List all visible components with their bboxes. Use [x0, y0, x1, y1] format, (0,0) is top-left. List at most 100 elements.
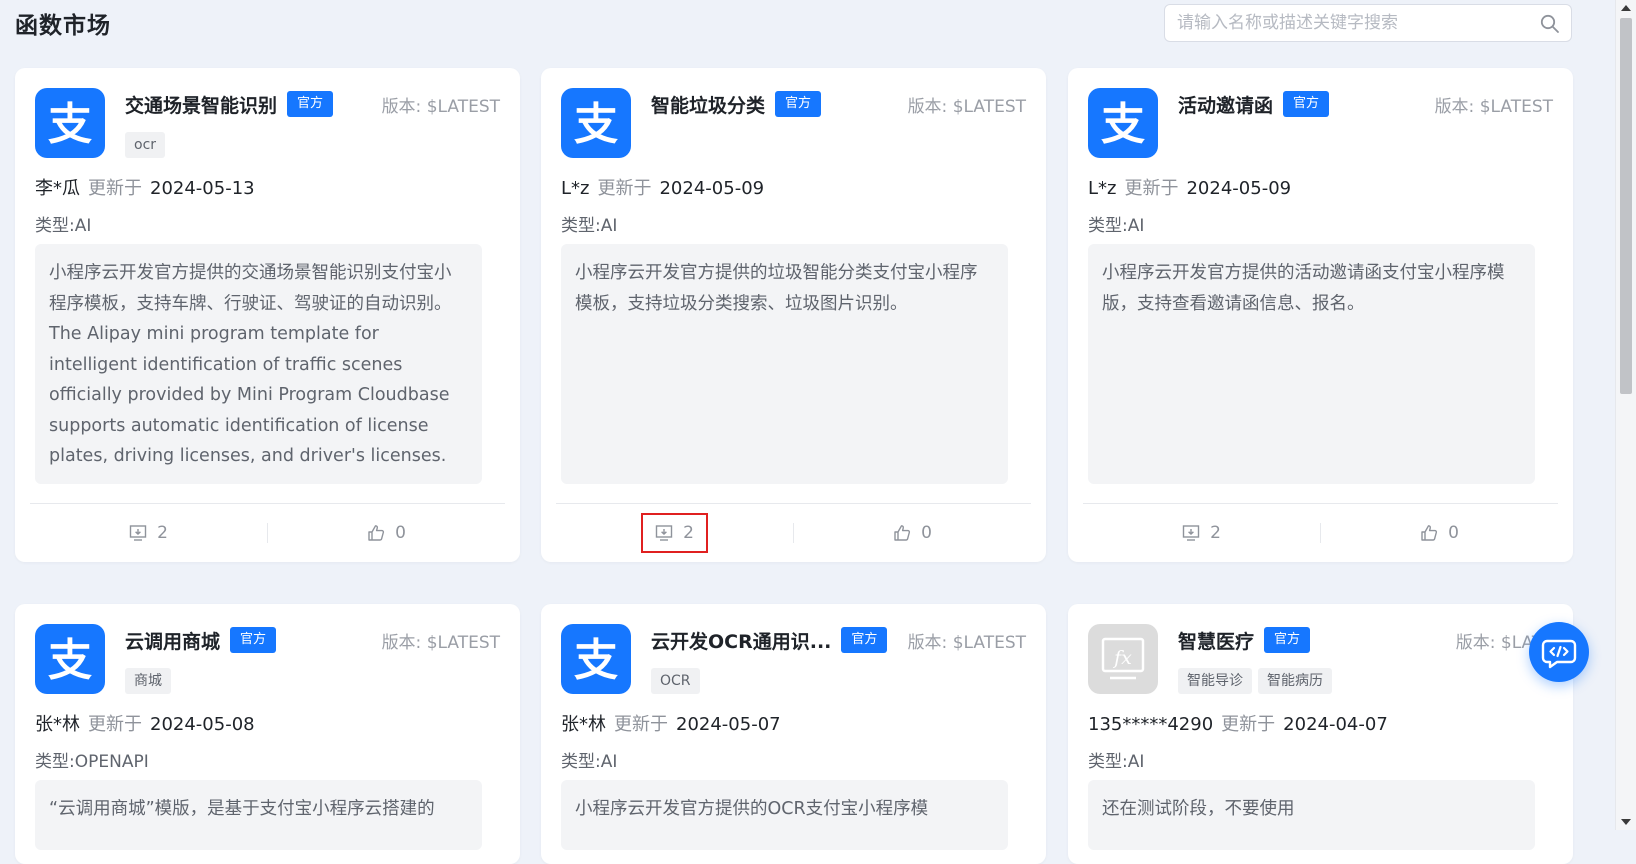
- author-name: L*z: [1088, 178, 1117, 199]
- thumbs-up-icon: [894, 525, 911, 541]
- update-date: 2024-05-13: [150, 178, 255, 199]
- tag: 商城: [125, 668, 171, 694]
- type-value: AI: [600, 752, 618, 772]
- scroll-thumb[interactable]: [1620, 18, 1632, 394]
- type-row: 类型:OPENAPI: [35, 752, 149, 772]
- card-description: 还在测试阶段，不要使用: [1088, 780, 1535, 850]
- author-name: 张*林: [35, 714, 80, 735]
- author-name: 张*林: [561, 714, 606, 735]
- version-label: 版本: $LATEST: [1434, 96, 1553, 117]
- tag: ocr: [125, 132, 166, 158]
- update-date: 2024-04-07: [1283, 714, 1388, 735]
- official-badge: 官方: [287, 91, 334, 117]
- update-date: 2024-05-09: [1186, 178, 1292, 199]
- author-name: L*z: [561, 178, 590, 199]
- download-icon: [129, 525, 147, 541]
- update-date: 2024-05-09: [659, 178, 765, 199]
- tag: 智能病历: [1258, 668, 1332, 694]
- function-card[interactable]: 支 云调用商城 官方 版本: $LATEST 商城 张*林 更新于 2024-05-…: [15, 604, 520, 864]
- card-title[interactable]: 交通场景智能识别: [125, 91, 277, 118]
- author-name: 李*瓜: [35, 178, 80, 199]
- author-row: L*z 更新于 2024-05-09: [1088, 178, 1292, 199]
- search-input[interactable]: [1177, 5, 1532, 41]
- type-row: 类型:AI: [561, 216, 618, 236]
- version-label: 版本: $LATEST: [907, 632, 1026, 653]
- official-badge: 官方: [230, 627, 277, 653]
- function-card[interactable]: fx 智慧医疗 官方 版本: $LATE 智能导诊 智能病历 135*****4…: [1068, 604, 1573, 864]
- author-row: 张*林 更新于 2024-05-08: [35, 714, 255, 735]
- author-row: 135*****4290 更新于 2024-04-07: [1088, 714, 1388, 735]
- type-value: AI: [600, 216, 618, 236]
- alipay-icon: 支: [1088, 88, 1158, 158]
- card-title[interactable]: 智能垃圾分类: [651, 91, 765, 118]
- search-icon[interactable]: [1540, 14, 1560, 34]
- alipay-icon: 支: [35, 88, 105, 158]
- page-title: 函数市场: [15, 13, 111, 39]
- function-card[interactable]: 支 交通场景智能识别 官方 版本: $LATEST ocr 李*瓜 更新于 2024…: [15, 68, 520, 562]
- author-name: 135*****4290: [1088, 714, 1214, 735]
- card-description: 小程序云开发官方提供的交通场景智能识别支付宝小程序模板，支持车牌、行驶证、驾驶证…: [35, 244, 482, 484]
- version-label: 版本: $LATEST: [381, 632, 500, 653]
- svg-text:支: 支: [1101, 99, 1145, 150]
- svg-text:fx: fx: [1112, 647, 1132, 669]
- author-row: L*z 更新于 2024-05-09: [561, 178, 765, 199]
- svg-text:支: 支: [48, 635, 92, 686]
- svg-text:支: 支: [574, 99, 618, 150]
- thumbs-up-icon: [368, 525, 385, 541]
- version-label: 版本: $LATEST: [381, 96, 500, 117]
- card-footer: 2 0: [30, 503, 505, 562]
- card-footer: 2 0: [556, 503, 1031, 562]
- official-badge: 官方: [1264, 627, 1311, 653]
- type-row: 类型:AI: [1088, 752, 1145, 772]
- search-box[interactable]: [1164, 4, 1572, 42]
- download-icon: [1182, 525, 1200, 541]
- function-card[interactable]: 支 活动邀请函 官方 版本: $LATEST L*z 更新于 2024-05-09 …: [1068, 68, 1573, 562]
- like-count[interactable]: 0: [357, 517, 416, 549]
- download-icon: [655, 525, 673, 541]
- official-badge: 官方: [841, 627, 888, 653]
- svg-text:支: 支: [48, 99, 92, 150]
- svg-text:支: 支: [574, 635, 618, 686]
- alipay-icon: 支: [561, 624, 631, 694]
- version-label: 版本: $LATEST: [907, 96, 1026, 117]
- official-badge: 官方: [1283, 91, 1330, 117]
- code-assistant-button[interactable]: [1529, 622, 1589, 682]
- type-row: 类型:AI: [1088, 216, 1145, 236]
- download-count[interactable]: 2: [119, 517, 178, 549]
- type-value: AI: [74, 216, 92, 236]
- card-title[interactable]: 云开发OCR通用识...: [651, 627, 831, 654]
- type-row: 类型:AI: [35, 216, 92, 236]
- download-count[interactable]: 2: [641, 513, 708, 553]
- code-chat-icon: [1541, 639, 1577, 669]
- card-description: 小程序云开发官方提供的OCR支付宝小程序模: [561, 780, 1008, 850]
- card-title[interactable]: 活动邀请函: [1178, 91, 1273, 118]
- type-value: AI: [1127, 752, 1145, 772]
- update-date: 2024-05-08: [150, 714, 255, 735]
- function-grid: 支 交通场景智能识别 官方 版本: $LATEST ocr 李*瓜 更新于 2024…: [15, 68, 1575, 864]
- card-description: 小程序云开发官方提供的垃圾智能分类支付宝小程序模板，支持垃圾分类搜索、垃圾图片识…: [561, 244, 1008, 484]
- tag: OCR: [651, 668, 700, 694]
- function-card[interactable]: 支 云开发OCR通用识... 官方 版本: $LATEST OCR 张*林 更新于…: [541, 604, 1046, 864]
- vertical-scrollbar[interactable]: [1615, 0, 1636, 830]
- card-title[interactable]: 云调用商城: [125, 627, 220, 654]
- like-count[interactable]: 0: [1410, 517, 1469, 549]
- download-count[interactable]: 2: [1172, 517, 1231, 549]
- author-row: 张*林 更新于 2024-05-07: [561, 714, 781, 735]
- type-value: OPENAPI: [74, 752, 149, 772]
- update-date: 2024-05-07: [676, 714, 781, 735]
- thumbs-up-icon: [1421, 525, 1438, 541]
- card-footer: 2 0: [1083, 503, 1558, 562]
- card-title[interactable]: 智慧医疗: [1178, 627, 1254, 654]
- alipay-icon: 支: [35, 624, 105, 694]
- card-description: 小程序云开发官方提供的活动邀请函支付宝小程序模版，支持查看邀请函信息、报名。: [1088, 244, 1535, 484]
- function-card[interactable]: 支 智能垃圾分类 官方 版本: $LATEST L*z 更新于 2024-05-09…: [541, 68, 1046, 562]
- type-row: 类型:AI: [561, 752, 618, 772]
- author-row: 李*瓜 更新于 2024-05-13: [35, 178, 255, 199]
- function-icon: fx: [1088, 624, 1158, 694]
- alipay-icon: 支: [561, 88, 631, 158]
- scroll-down-icon[interactable]: [1621, 819, 1631, 825]
- official-badge: 官方: [775, 91, 822, 117]
- type-value: AI: [1127, 216, 1145, 236]
- like-count[interactable]: 0: [883, 517, 942, 549]
- scroll-up-icon[interactable]: [1621, 5, 1631, 11]
